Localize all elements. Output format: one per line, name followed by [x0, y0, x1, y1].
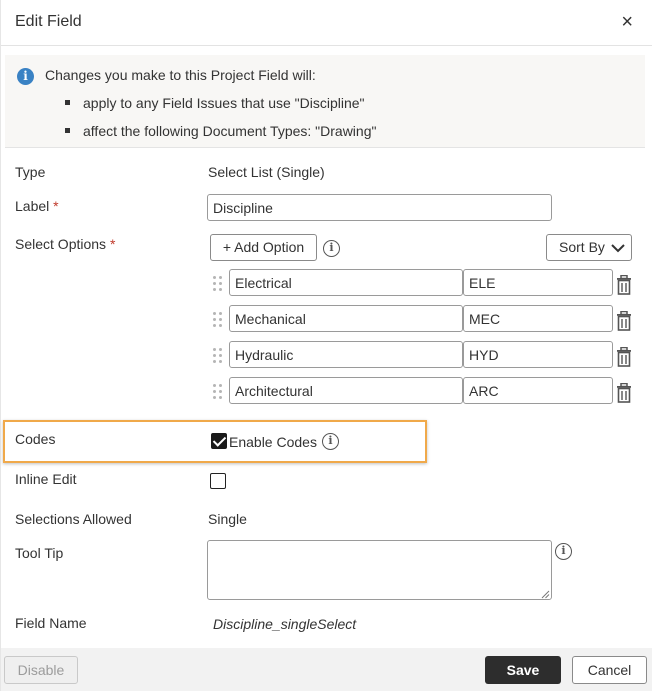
info-bullet: apply to any Field Issues that use "Disc… — [61, 94, 376, 122]
option-name-input[interactable] — [229, 269, 463, 296]
tool-tip-textarea[interactable] — [207, 540, 552, 600]
option-code-input[interactable] — [463, 377, 613, 404]
add-option-button[interactable]: + Add Option — [210, 234, 317, 261]
codes-label: Codes — [15, 431, 56, 447]
selections-allowed-label: Selections Allowed — [15, 511, 132, 527]
cancel-button[interactable]: Cancel — [572, 656, 647, 684]
trash-icon[interactable] — [615, 383, 633, 403]
info-circle-icon[interactable]: i — [555, 543, 572, 560]
option-code-input[interactable] — [463, 341, 613, 368]
drag-handle-icon[interactable] — [213, 276, 223, 292]
info-banner: i Changes you make to this Project Field… — [5, 55, 645, 148]
close-icon[interactable]: × — [621, 12, 633, 32]
trash-icon[interactable] — [615, 275, 633, 295]
label-input[interactable] — [207, 194, 552, 221]
drag-handle-icon[interactable] — [213, 348, 223, 364]
option-code-input[interactable] — [463, 269, 613, 296]
info-bullet: affect the following Document Types: "Dr… — [61, 122, 376, 150]
trash-icon[interactable] — [615, 311, 633, 331]
option-name-input[interactable] — [229, 377, 463, 404]
option-code-input[interactable] — [463, 305, 613, 332]
inline-edit-label: Inline Edit — [15, 471, 77, 487]
label-field-label: Label * — [15, 198, 59, 214]
info-circle-icon[interactable]: i — [322, 433, 339, 450]
sort-by-button[interactable]: Sort By — [546, 234, 632, 261]
tool-tip-label: Tool Tip — [15, 545, 64, 561]
trash-icon[interactable] — [615, 347, 633, 367]
info-circle-icon[interactable]: i — [323, 240, 340, 257]
selections-allowed-value: Single — [208, 511, 247, 527]
drag-handle-icon[interactable] — [213, 384, 223, 400]
resize-grip-icon[interactable] — [541, 590, 550, 599]
save-button[interactable]: Save — [485, 656, 561, 684]
enable-codes-label[interactable]: Enable Codes — [229, 434, 317, 450]
required-marker: * — [109, 236, 116, 252]
dialog-header: Edit Field × — [1, 0, 652, 46]
info-bullet-list: apply to any Field Issues that use "Disc… — [61, 94, 376, 150]
field-name-value: Discipline_singleSelect — [213, 616, 357, 632]
chevron-down-icon — [611, 244, 625, 253]
inline-edit-checkbox[interactable] — [210, 473, 226, 489]
edit-field-dialog: Edit Field × i Changes you make to this … — [0, 0, 652, 691]
option-name-input[interactable] — [229, 305, 463, 332]
dialog-title: Edit Field — [15, 13, 82, 30]
dialog-footer: Disable Save Cancel — [1, 648, 652, 691]
sort-by-label: Sort By — [559, 239, 605, 255]
label-field-label-text: Label — [15, 198, 50, 214]
field-name-label: Field Name — [15, 615, 87, 631]
required-marker: * — [53, 198, 59, 214]
info-message: Changes you make to this Project Field w… — [45, 67, 316, 83]
select-options-label-text: Select Options — [15, 236, 107, 252]
select-options-label: Select Options * — [15, 236, 115, 252]
info-icon: i — [17, 68, 34, 85]
type-value: Select List (Single) — [208, 164, 325, 180]
option-name-input[interactable] — [229, 341, 463, 368]
drag-handle-icon[interactable] — [213, 312, 223, 328]
disable-button[interactable]: Disable — [4, 656, 78, 684]
enable-codes-checkbox[interactable] — [211, 433, 227, 449]
type-label: Type — [15, 164, 46, 180]
